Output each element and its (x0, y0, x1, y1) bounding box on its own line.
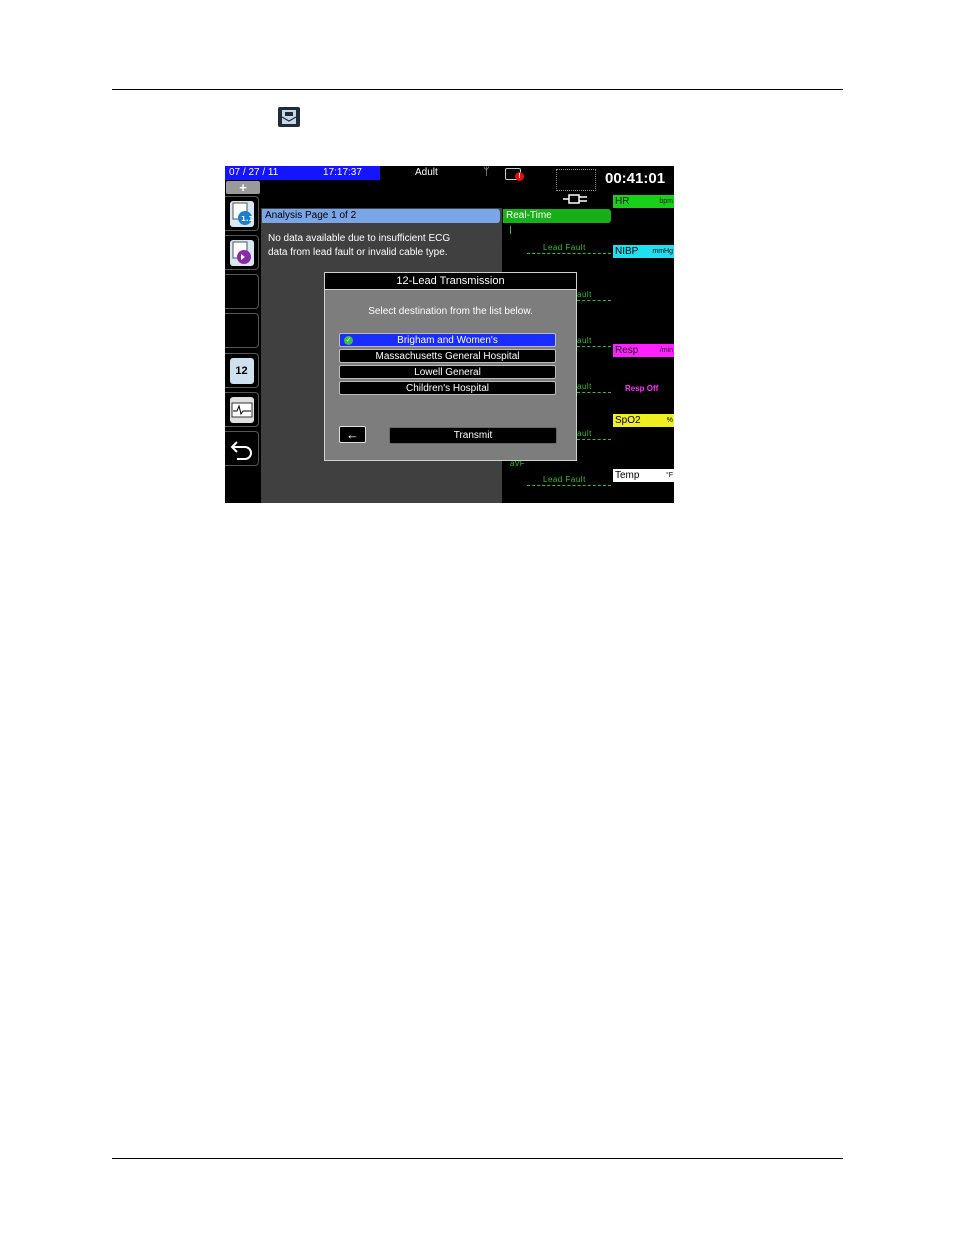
lead-trace-3 (577, 346, 611, 347)
antenna-icon: ᛘ (483, 166, 490, 178)
analysis-page-header: Analysis Page 1 of 2 (262, 209, 500, 223)
vital-resp[interactable]: Resp /min (613, 344, 674, 357)
lead-trace-2 (577, 300, 611, 301)
vital-resp-unit: /min (659, 347, 673, 354)
printer-strip-icon (229, 396, 254, 423)
lead-trace-6 (527, 485, 611, 486)
page-bottom-rule (112, 1158, 843, 1159)
status-date-time: 07 / 27 / 11 17:17:37 (225, 166, 380, 180)
analysis-message: No data available due to insufficient EC… (268, 232, 496, 260)
lead-trace-1 (527, 253, 611, 254)
destination-item-1[interactable]: Massachusetts General Hospital (339, 349, 556, 363)
vital-nibp[interactable]: NIBP mmHg (613, 245, 674, 258)
vital-spo2-label: SpO2 (615, 415, 641, 426)
status-date: 07 / 27 / 11 (229, 167, 279, 178)
transmit-12-lead-icon (278, 107, 300, 127)
destination-label: Children's Hospital (405, 383, 490, 394)
vital-temp-label: Temp (615, 470, 640, 481)
destination-item-2[interactable]: Lowell General (339, 365, 556, 379)
device-screen: 07 / 27 / 11 17:17:37 Adult ᛘ ! 00:41:01… (225, 166, 674, 503)
lead-fault-label-2: ault (577, 290, 592, 299)
vital-temp[interactable]: Temp °F (613, 469, 674, 482)
vital-hr-unit: bpm (659, 198, 673, 205)
lead-fault-label-5: ault (577, 429, 592, 438)
analysis-message-line1: No data available due to insufficient EC… (268, 233, 451, 244)
vital-spo2[interactable]: SpO2 % (613, 414, 674, 427)
transmit-button[interactable]: Transmit (389, 427, 557, 444)
dialog-prompt: Select destination from the list below. (368, 306, 533, 317)
ecg-marker (510, 226, 511, 234)
lead-fault-label-1: Lead Fault (543, 243, 586, 252)
page-top-rule (112, 89, 843, 90)
next-page-softkey[interactable] (225, 235, 259, 270)
next-arrow-icon (229, 239, 254, 266)
realtime-header: Real-Time (503, 209, 611, 223)
ac-power-plug-icon (563, 193, 589, 208)
elapsed-time: 00:41:01 (605, 170, 666, 187)
lead-fault-label-4: ault (577, 382, 592, 391)
vital-resp-label: Resp (615, 345, 639, 356)
ecg-analysis-icon: 1.11 (229, 200, 254, 227)
destination-label: Brigham and Women's (397, 335, 498, 346)
vital-hr-label: HR (615, 196, 630, 207)
envelope-12-icon: 12 (229, 357, 254, 384)
lead-fault-label-6: Lead Fault (543, 475, 586, 484)
back-button[interactable]: ← (339, 426, 366, 443)
twelve-lead-transmission-dialog: 12-Lead Transmission Select destination … (324, 272, 577, 461)
svg-text:1.11: 1.11 (241, 215, 253, 223)
destination-item-3[interactable]: Children's Hospital (339, 381, 556, 395)
plus-softkey[interactable]: + (226, 181, 260, 194)
destination-item-0[interactable]: ✓ Brigham and Women's (339, 333, 556, 347)
vital-temp-unit: °F (665, 472, 673, 479)
resp-off-label: Resp Off (625, 384, 659, 393)
lead-fault-label-3: ault (577, 336, 592, 345)
destination-label: Lowell General (414, 367, 481, 378)
blank-softkey-1[interactable] (225, 274, 259, 309)
lead-trace-5 (577, 439, 611, 440)
check-icon: ✓ (344, 336, 353, 345)
blank-softkey-2[interactable] (225, 313, 259, 348)
print-softkey[interactable] (225, 392, 259, 427)
status-time: 17:17:37 (323, 167, 362, 178)
twelve-lead-label: 12 (235, 364, 248, 377)
twelve-lead-transmit-softkey[interactable]: 12 (225, 353, 259, 388)
lead-trace-4 (577, 392, 611, 393)
analysis-softkey[interactable]: 1.11 (225, 196, 259, 231)
analysis-message-line2: data from lead fault or invalid cable ty… (268, 247, 448, 258)
return-arrow-icon (230, 440, 252, 460)
alarm-icon: ! (515, 172, 524, 181)
status-indicator-box (556, 169, 596, 191)
destination-label: Massachusetts General Hospital (375, 351, 520, 362)
dialog-title: 12-Lead Transmission (325, 273, 576, 290)
return-softkey[interactable] (225, 431, 259, 466)
vital-spo2-unit: % (666, 417, 673, 424)
vital-nibp-unit: mmHg (652, 248, 673, 255)
vital-hr[interactable]: HR bpm (613, 195, 674, 208)
vital-nibp-label: NIBP (615, 246, 639, 257)
patient-type: Adult (415, 167, 438, 178)
